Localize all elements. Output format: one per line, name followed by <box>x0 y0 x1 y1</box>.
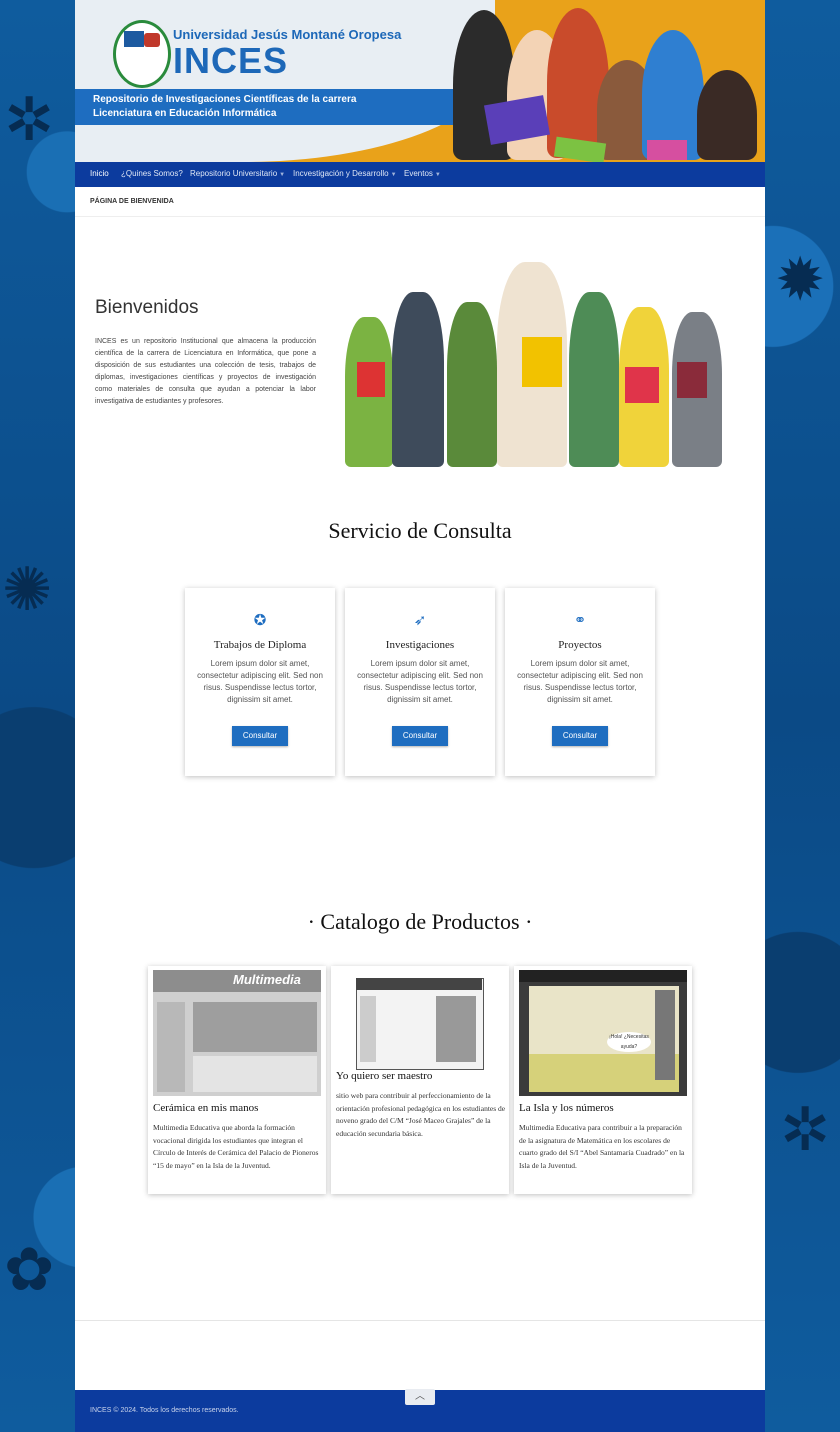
product-card-ceramica[interactable]: Multimedia Cerámica en mis manos Multime… <box>148 966 326 1194</box>
chevron-up-icon: ︿ <box>415 1391 425 1402</box>
flower-decoration-icon: ✲ <box>780 1096 831 1163</box>
service-card-investigaciones: ➶ Investigaciones Lorem ipsum dolor sit … <box>345 588 495 776</box>
consultar-button[interactable]: Consultar <box>232 726 288 746</box>
nav-item-quienes-somos[interactable]: ¿Quines Somos? <box>121 169 183 178</box>
product-description: Multimedia Educativa para contribuir a l… <box>519 1123 685 1170</box>
divider <box>75 216 765 217</box>
product-title: Yo quiero ser maestro <box>336 1070 433 1082</box>
product-card-isla[interactable]: ¡Hola! ¿Necesitas ayuda? La Isla y los n… <box>514 966 692 1194</box>
catalog-title: · Catalogo de Productos · <box>307 909 533 934</box>
header-banner: Universidad Jesús Montané Oropesa INCES … <box>75 0 765 162</box>
services-title: Servicio de Consulta <box>328 518 512 543</box>
divider <box>75 1320 765 1321</box>
page-breadcrumb: PÁGINA DE BIENVENIDA <box>90 198 174 205</box>
footer-copyright: INCES © 2024. Todos los derechos reserva… <box>90 1407 239 1414</box>
students-group-photo <box>337 257 729 467</box>
welcome-text: INCES es un repositorio Institucional qu… <box>95 338 316 405</box>
university-logo[interactable] <box>113 20 171 88</box>
product-title: La Isla y los números <box>519 1102 614 1114</box>
main-navigation: Inicio ¿Quines Somos? Repositorio Univer… <box>75 162 765 187</box>
nav-item-investigacion[interactable]: Incvestigación y Desarrollo ▼ <box>293 169 397 178</box>
consultar-button[interactable]: Consultar <box>392 726 448 746</box>
card-title: Proyectos <box>558 639 602 651</box>
card-text: Lorem ipsum dolor sit amet, consectetur … <box>517 659 643 704</box>
nav-item-inicio[interactable]: Inicio <box>90 169 109 178</box>
tagline-bar: Repositorio de Investigaciones Científic… <box>75 89 455 125</box>
product-description: Multimedia Educativa que aborda la forma… <box>153 1123 319 1170</box>
card-text: Lorem ipsum dolor sit amet, consectetur … <box>197 659 323 704</box>
tagline-line2: Licenciatura en Educación Informática <box>93 108 277 119</box>
page-container: Universidad Jesús Montané Oropesa INCES … <box>75 0 765 1432</box>
product-card-maestro[interactable]: Yo quiero ser maestro sitio web para con… <box>331 966 509 1194</box>
rocket-icon: ➶ <box>413 612 427 629</box>
nav-item-repositorio[interactable]: Repositorio Universitario ▼ <box>190 169 285 178</box>
flower-decoration-icon: ✺ <box>2 556 53 623</box>
caret-down-icon: ▼ <box>434 172 441 178</box>
nav-item-eventos[interactable]: Eventos ▼ <box>404 169 441 178</box>
product-title: Cerámica en mis manos <box>153 1102 259 1114</box>
card-title: Investigaciones <box>385 639 455 651</box>
product-description: sitio web para contribuir al perfecciona… <box>336 1091 506 1138</box>
service-card-diploma: ✪ Trabajos de Diploma Lorem ipsum dolor … <box>185 588 335 776</box>
service-card-proyectos: ⚭ Proyectos Lorem ipsum dolor sit amet, … <box>505 588 655 776</box>
consultar-button[interactable]: Consultar <box>552 726 608 746</box>
caret-down-icon: ▼ <box>279 172 286 178</box>
card-title: Trabajos de Diploma <box>213 639 307 651</box>
flower-decoration-icon: ✲ <box>4 86 55 153</box>
product-screenshot: ¡Hola! ¿Necesitas ayuda? <box>519 970 687 1096</box>
flower-decoration-icon: ✿ <box>4 1236 55 1303</box>
students-photo <box>447 0 765 162</box>
caret-down-icon: ▼ <box>390 172 397 178</box>
card-text: Lorem ipsum dolor sit amet, consectetur … <box>357 659 483 704</box>
flower-decoration-icon: ✹ <box>775 246 826 313</box>
product-screenshot: Multimedia <box>153 970 321 1096</box>
welcome-title: Bienvenidos <box>95 297 199 318</box>
tagline-line1: Repositorio de Investigaciones Científic… <box>93 94 357 105</box>
handshake-icon: ⚭ <box>573 612 587 629</box>
brand-title: INCES <box>173 40 289 81</box>
back-to-top-button[interactable]: ︿ <box>405 1389 435 1405</box>
award-icon: ✪ <box>253 612 267 629</box>
